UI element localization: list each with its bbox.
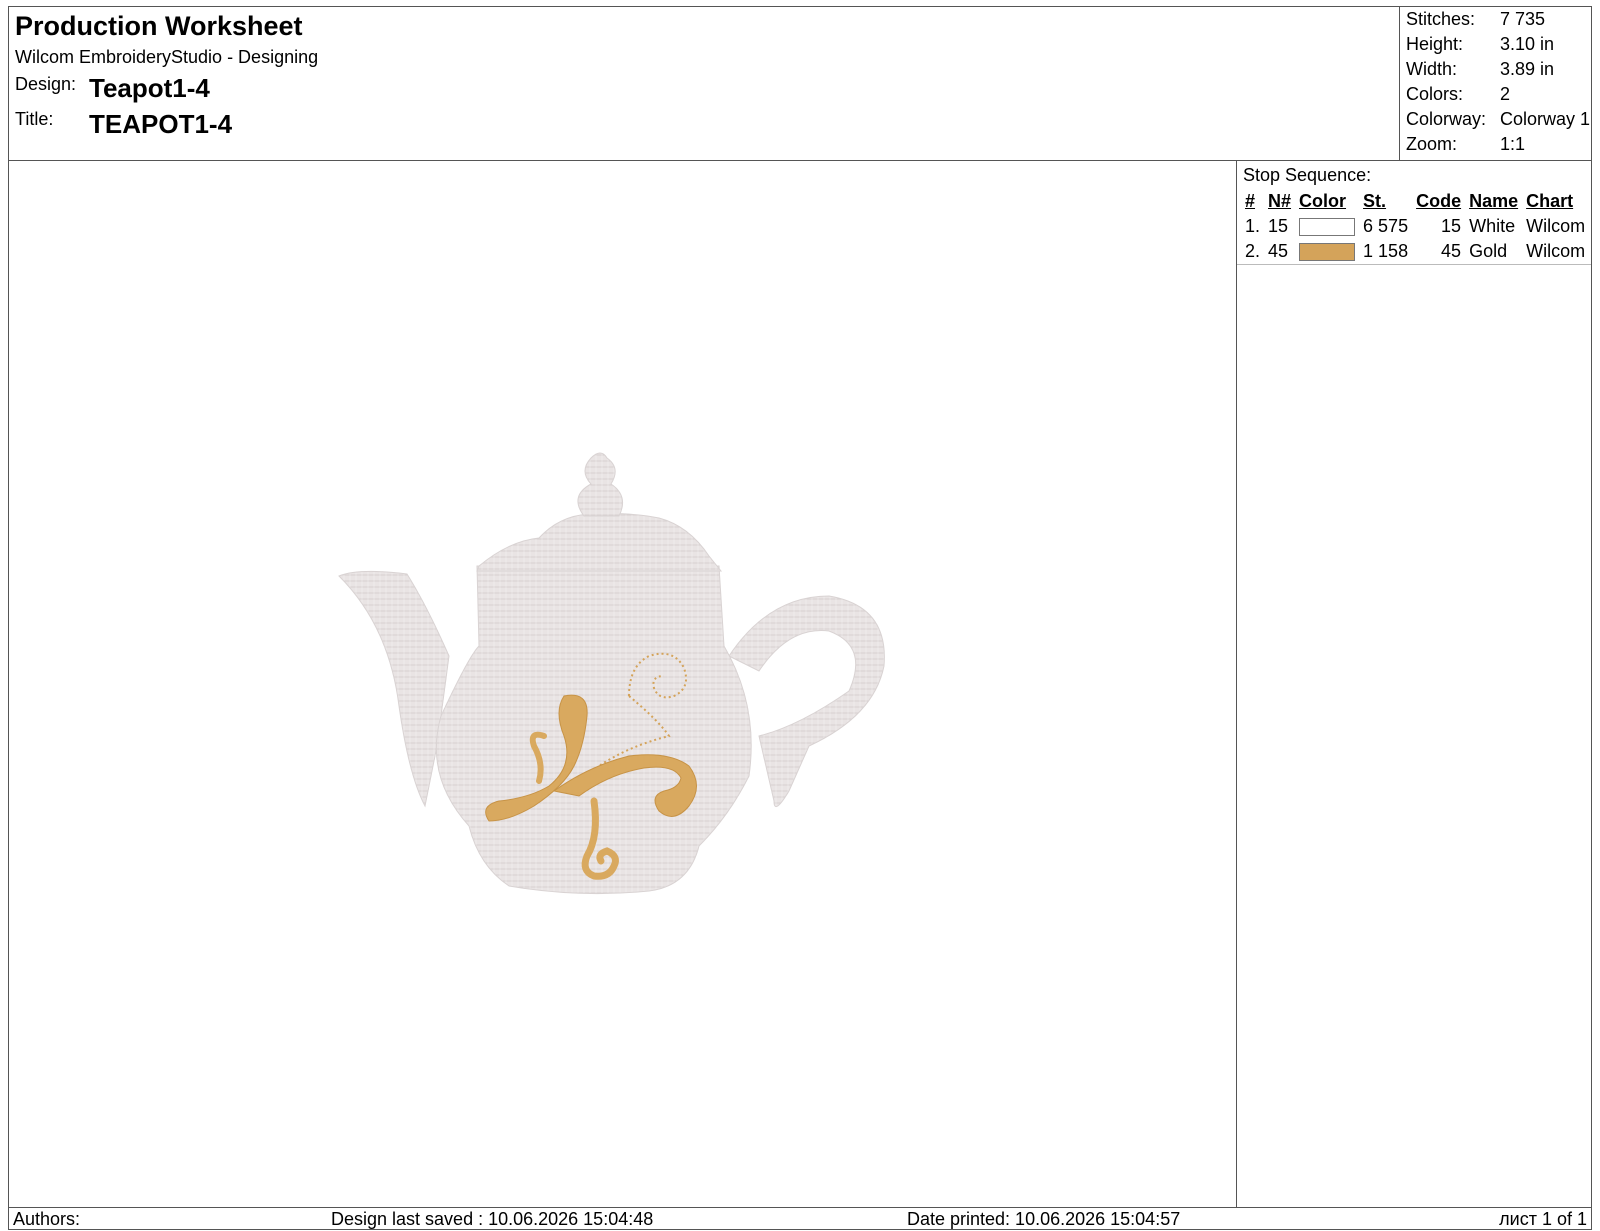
header-color: Color — [1299, 191, 1347, 211]
stat-width: Width: 3.89 in — [1406, 59, 1555, 79]
last-saved: Design last saved : 10.06.2026 15:04:48 — [331, 1209, 654, 1229]
design-stats-panel: Stitches: 7 735 Height: 3.10 in Width: 3.89… — [1399, 7, 1591, 161]
stat-zoom: Zoom: 1:1 — [1406, 134, 1526, 154]
row-index: 1. — [1245, 216, 1261, 236]
row-name: Gold — [1469, 241, 1508, 261]
table-header-row: # N# Color St. Code Name Chart — [1241, 189, 1589, 214]
row-color — [1295, 214, 1359, 239]
divider — [1237, 264, 1591, 265]
row-stitches: 6 575 — [1363, 216, 1409, 236]
stat-colorway: Colorway: Colorway 1 — [1406, 109, 1591, 129]
header-name: Name — [1469, 191, 1519, 211]
row-n: 15 — [1268, 216, 1289, 236]
design-label: Design: — [15, 74, 77, 94]
teapot-embroidery-image — [338, 452, 885, 895]
row-name: White — [1469, 216, 1516, 236]
worksheet-title: Production Worksheet — [15, 11, 303, 41]
row-chart: Wilcom — [1526, 216, 1586, 236]
header-n: N# — [1268, 191, 1292, 211]
app-name: Wilcom EmbroideryStudio - Designing — [15, 47, 319, 67]
table-row: 1. 15 6 575 15 White Wilcom — [1241, 214, 1589, 239]
header-chart: Chart — [1526, 191, 1574, 211]
stop-sequence-panel: Stop Sequence: # N# Color St. Code Name … — [1237, 161, 1591, 1207]
authors-label: Authors: — [13, 1209, 81, 1229]
design-preview-canvas — [9, 161, 1237, 1207]
design-name: Teapot1-4 — [89, 73, 210, 103]
stop-sequence-title: Stop Sequence: — [1243, 165, 1372, 185]
worksheet-footer: Authors: Design last saved : 10.06.2026 … — [9, 1207, 1591, 1229]
row-n: 45 — [1268, 241, 1289, 261]
stat-colors: Colors: 2 — [1406, 84, 1511, 104]
stat-stitches: Stitches: 7 735 — [1406, 9, 1546, 29]
color-swatch — [1299, 243, 1356, 262]
stat-height: Height: 3.10 in — [1406, 34, 1555, 54]
stop-sequence-table: # N# Color St. Code Name Chart 1. 15 6 5… — [1241, 189, 1589, 264]
worksheet-frame: Production Worksheet Wilcom EmbroiderySt… — [8, 6, 1592, 1230]
row-code: 45 — [1441, 241, 1462, 261]
row-index: 2. — [1245, 241, 1261, 261]
row-color — [1295, 239, 1359, 264]
row-stitches: 1 158 — [1363, 241, 1409, 261]
worksheet-header: Production Worksheet Wilcom EmbroiderySt… — [9, 7, 1591, 161]
design-title: TEAPOT1-4 — [89, 109, 233, 139]
header-index: # — [1245, 191, 1256, 211]
date-printed: Date printed: 10.06.2026 15:04:57 — [907, 1209, 1181, 1229]
title-label: Title: — [15, 109, 54, 129]
color-swatch — [1299, 218, 1356, 237]
row-chart: Wilcom — [1526, 241, 1586, 261]
page-number: лист 1 of 1 — [1499, 1209, 1587, 1229]
header-stitches: St. — [1363, 191, 1387, 211]
row-code: 15 — [1441, 216, 1462, 236]
table-row: 2. 45 1 158 45 Gold Wilcom — [1241, 239, 1589, 264]
header-code: Code — [1416, 191, 1462, 211]
